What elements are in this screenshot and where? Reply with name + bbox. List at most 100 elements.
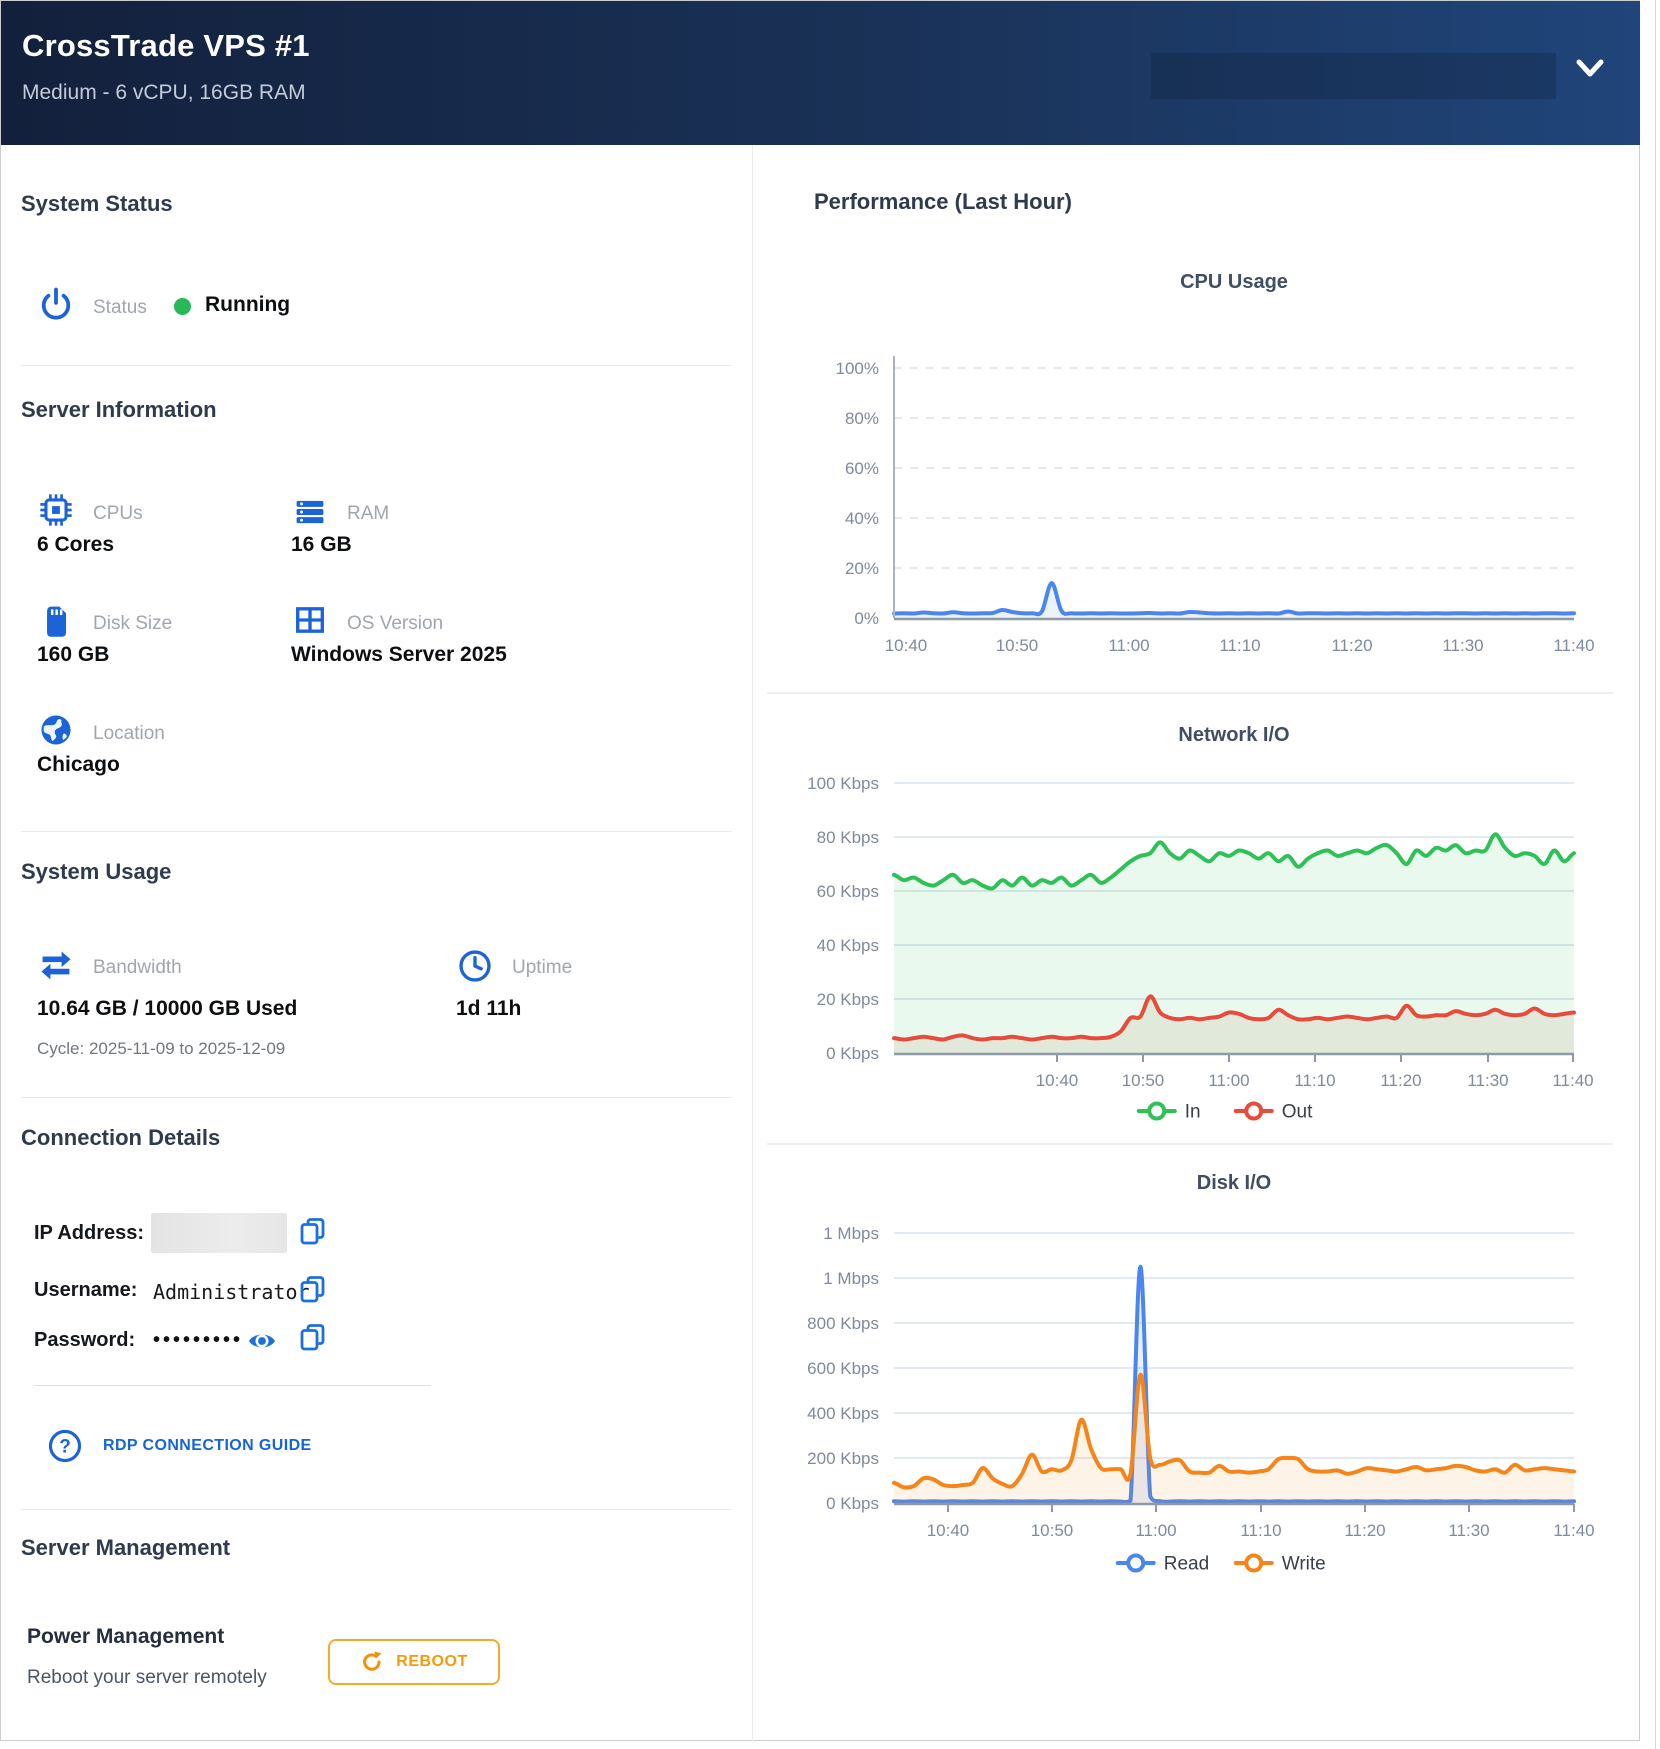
- chart-title: CPU Usage: [1180, 271, 1288, 293]
- ip-address-label: IP Address:: [34, 1222, 144, 1245]
- x-axis-label: 11:20: [1331, 636, 1372, 655]
- series-fill-write: [894, 1375, 1574, 1503]
- divider: [34, 1385, 431, 1386]
- reboot-icon: [360, 1650, 384, 1674]
- cpus-label: CPUs: [93, 503, 143, 525]
- svg-text:?: ?: [59, 1437, 71, 1458]
- x-axis-label: 10:40: [885, 636, 928, 655]
- x-axis-label: 10:50: [1031, 1521, 1074, 1540]
- y-axis-label: 40 Kbps: [817, 936, 879, 955]
- server-management-heading: Server Management: [21, 1535, 230, 1561]
- disk-icon: [37, 601, 75, 639]
- y-axis-label: 20%: [845, 559, 879, 578]
- bandwidth-label: Bandwidth: [93, 957, 182, 979]
- eye-icon: [245, 1325, 279, 1357]
- globe-icon: [37, 711, 75, 749]
- password-masked-value: •••••••••: [153, 1329, 243, 1352]
- divider: [21, 831, 732, 832]
- series-line-write: [894, 1375, 1574, 1488]
- y-axis-label: 20 Kbps: [817, 990, 879, 1009]
- os-version-label: OS Version: [347, 613, 443, 635]
- disk-size-label: Disk Size: [93, 613, 172, 635]
- show-password-button[interactable]: [245, 1325, 277, 1359]
- legend-label: Out: [1282, 1102, 1313, 1123]
- status-dot: [174, 298, 191, 315]
- x-axis-label: 10:40: [1036, 1071, 1079, 1090]
- legend-label: Read: [1164, 1554, 1209, 1575]
- location-label: Location: [93, 723, 165, 745]
- chevron-down-icon[interactable]: [1574, 58, 1606, 80]
- location-value: Chicago: [37, 753, 120, 777]
- series-line-cpu: [894, 583, 1574, 614]
- connection-details-heading: Connection Details: [21, 1125, 220, 1151]
- legend-marker: [1246, 1104, 1261, 1119]
- divider: [21, 365, 732, 366]
- uptime-label: Uptime: [512, 957, 572, 979]
- username-value: Administrator: [153, 1280, 310, 1304]
- x-axis-label: 11:10: [1294, 1071, 1335, 1090]
- x-axis-label: 11:30: [1448, 1521, 1489, 1540]
- bandwidth-icon: [37, 947, 75, 985]
- copy-username-button[interactable]: [297, 1273, 329, 1307]
- y-axis-label: 800 Kbps: [807, 1314, 879, 1333]
- os-version-value: Windows Server 2025: [291, 643, 507, 667]
- bandwidth-cycle: Cycle: 2025-11-09 to 2025-12-09: [37, 1039, 285, 1059]
- power-management-title: Power Management: [27, 1625, 224, 1649]
- y-axis-label: 0 Kbps: [826, 1044, 879, 1063]
- status-label: Status: [93, 297, 147, 319]
- x-axis-label: 11:30: [1467, 1071, 1508, 1090]
- ram-icon: [291, 493, 329, 531]
- reboot-label: REBOOT: [396, 1653, 467, 1671]
- x-axis-label: 11:20: [1380, 1071, 1421, 1090]
- legend-label: Write: [1282, 1554, 1326, 1575]
- y-axis-label: 1 Mbps: [823, 1269, 879, 1288]
- legend-marker: [1246, 1556, 1261, 1571]
- y-axis-label: 60%: [845, 459, 879, 478]
- copy-icon: [297, 1321, 329, 1355]
- legend-marker: [1149, 1104, 1164, 1119]
- server-info-heading: Server Information: [21, 397, 217, 423]
- x-axis-label: 11:40: [1553, 1521, 1594, 1540]
- x-axis-label: 11:00: [1135, 1521, 1176, 1540]
- cpu-icon: [37, 491, 75, 529]
- y-axis-label: 400 Kbps: [807, 1404, 879, 1423]
- x-axis-label: 11:10: [1240, 1521, 1281, 1540]
- disk-size-value: 160 GB: [37, 643, 109, 667]
- chart-title: Disk I/O: [1197, 1172, 1271, 1194]
- y-axis-label: 100 Kbps: [807, 774, 879, 793]
- x-axis-label: 11:10: [1219, 636, 1260, 655]
- y-axis-label: 80 Kbps: [817, 828, 879, 847]
- password-label: Password:: [34, 1329, 135, 1352]
- copy-password-button[interactable]: [297, 1321, 329, 1355]
- reboot-button[interactable]: REBOOT: [328, 1639, 500, 1685]
- copy-icon: [297, 1273, 329, 1307]
- divider: [21, 1509, 732, 1510]
- column-divider: [752, 145, 753, 1741]
- power-icon: [37, 285, 75, 323]
- header-shade: [1151, 53, 1556, 99]
- cpus-value: 6 Cores: [37, 533, 114, 557]
- y-axis-label: 0%: [854, 609, 879, 628]
- x-axis-label: 10:40: [927, 1521, 970, 1540]
- uptime-value: 1d 11h: [456, 997, 521, 1021]
- username-label: Username:: [34, 1279, 137, 1302]
- scrollbar-track[interactable]: [1655, 0, 1656, 1749]
- help-circle-icon: ?: [46, 1427, 84, 1465]
- x-axis-label: 11:00: [1108, 636, 1149, 655]
- vps-panel: CrossTrade VPS #1 Medium - 6 vCPU, 16GB …: [0, 0, 1640, 1741]
- y-axis-label: 80%: [845, 409, 879, 428]
- header: CrossTrade VPS #1 Medium - 6 vCPU, 16GB …: [1, 1, 1640, 145]
- performance-charts: CPU Usage0%20%40%60%80%100%10:4010:5011:…: [754, 145, 1649, 1741]
- ram-value: 16 GB: [291, 533, 352, 557]
- y-axis-label: 600 Kbps: [807, 1359, 879, 1378]
- os-windows-icon: [291, 601, 329, 639]
- y-axis-label: 1 Mbps: [823, 1224, 879, 1243]
- rdp-connection-guide-link[interactable]: RDP CONNECTION GUIDE: [103, 1437, 312, 1455]
- legend-marker: [1128, 1556, 1143, 1571]
- x-axis-label: 11:30: [1442, 636, 1483, 655]
- x-axis-label: 11:40: [1552, 1071, 1593, 1090]
- power-management-subtitle: Reboot your server remotely: [27, 1667, 267, 1689]
- ram-label: RAM: [347, 503, 389, 525]
- copy-ip-button[interactable]: [297, 1215, 329, 1249]
- x-axis-label: 11:20: [1344, 1521, 1385, 1540]
